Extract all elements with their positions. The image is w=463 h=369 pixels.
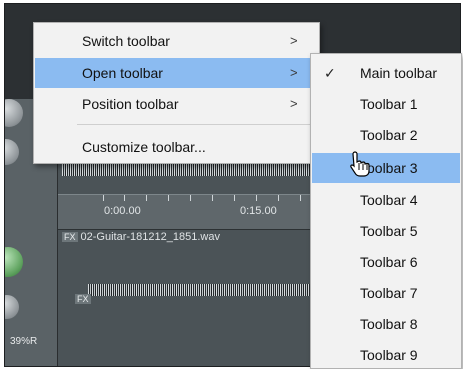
submenu-item-label: Toolbar 6 xyxy=(360,254,418,270)
ruler-label-15: 0:15.00 xyxy=(240,205,277,217)
submenu-item-main-toolbar[interactable]: ✓ Main toolbar xyxy=(312,58,460,88)
menu-separator xyxy=(77,124,311,125)
submenu-item-label: Toolbar 7 xyxy=(360,285,418,301)
submenu-item-toolbar-9[interactable]: Toolbar 9 xyxy=(312,340,460,368)
hand-pointer-cursor-icon xyxy=(350,151,370,177)
ruler-tick xyxy=(190,195,191,201)
pan-knob[interactable] xyxy=(5,139,19,165)
submenu-item-label: Main toolbar xyxy=(360,65,438,81)
menu-item-label: Switch toolbar xyxy=(82,33,170,49)
submenu-item-label: Toolbar 4 xyxy=(360,192,418,208)
ruler-tick xyxy=(278,195,279,201)
submenu-arrow-icon: > xyxy=(290,65,298,80)
menu-item-label: Open toolbar xyxy=(82,65,163,81)
ruler-tick xyxy=(103,195,104,201)
media-item-name: 02-Guitar-181212_1851.wav xyxy=(80,231,220,243)
fx-badge[interactable]: FX xyxy=(62,232,78,242)
submenu-item-toolbar-6[interactable]: Toolbar 6 xyxy=(312,247,460,277)
pan-value: 39%R xyxy=(10,336,38,347)
submenu-item-toolbar-5[interactable]: Toolbar 5 xyxy=(312,216,460,246)
ruler-tick xyxy=(256,195,257,201)
fx-badge-track2[interactable]: FX xyxy=(75,294,91,304)
menu-item-customize-toolbar[interactable]: Customize toolbar... xyxy=(35,132,318,162)
ruler-tick xyxy=(300,195,301,201)
menu-item-position-toolbar[interactable]: Position toolbar > xyxy=(35,89,318,119)
ruler-tick xyxy=(168,195,169,201)
media-item-label[interactable]: FX 02-Guitar-181212_1851.wav xyxy=(62,231,220,243)
ruler-tick xyxy=(234,195,235,201)
toolbar-context-menu: Switch toolbar > Open toolbar > Position… xyxy=(33,22,320,164)
open-toolbar-submenu: ✓ Main toolbar Toolbar 1 Toolbar 2 Toolb… xyxy=(310,53,462,369)
volume-knob-track2[interactable] xyxy=(5,247,23,277)
menu-item-switch-toolbar[interactable]: Switch toolbar > xyxy=(35,26,318,56)
ruler-label-0: 0:00.00 xyxy=(104,205,141,217)
submenu-item-toolbar-2[interactable]: Toolbar 2 xyxy=(312,120,460,150)
ruler-tick xyxy=(146,195,147,201)
submenu-item-toolbar-4[interactable]: Toolbar 4 xyxy=(312,185,460,215)
submenu-arrow-icon: > xyxy=(290,96,298,111)
submenu-item-toolbar-1[interactable]: Toolbar 1 xyxy=(312,89,460,119)
ruler-tick xyxy=(212,195,213,201)
volume-knob[interactable] xyxy=(5,99,23,127)
pan-knob-track2[interactable] xyxy=(5,295,19,319)
submenu-item-label: Toolbar 2 xyxy=(360,127,418,143)
submenu-item-toolbar-8[interactable]: Toolbar 8 xyxy=(312,309,460,339)
ruler-tick xyxy=(124,195,125,201)
menu-item-open-toolbar[interactable]: Open toolbar > xyxy=(35,58,318,88)
submenu-arrow-icon: > xyxy=(290,33,298,48)
submenu-item-label: Toolbar 9 xyxy=(360,347,418,363)
submenu-item-label: Toolbar 5 xyxy=(360,223,418,239)
submenu-item-toolbar-3[interactable]: Toolbar 3 xyxy=(312,153,460,183)
menu-item-label: Customize toolbar... xyxy=(82,139,206,155)
menu-item-label: Position toolbar xyxy=(82,96,179,112)
submenu-item-label: Toolbar 1 xyxy=(360,96,418,112)
submenu-item-toolbar-7[interactable]: Toolbar 7 xyxy=(312,278,460,308)
submenu-item-label: Toolbar 8 xyxy=(360,316,418,332)
checkmark-icon: ✓ xyxy=(324,65,336,81)
